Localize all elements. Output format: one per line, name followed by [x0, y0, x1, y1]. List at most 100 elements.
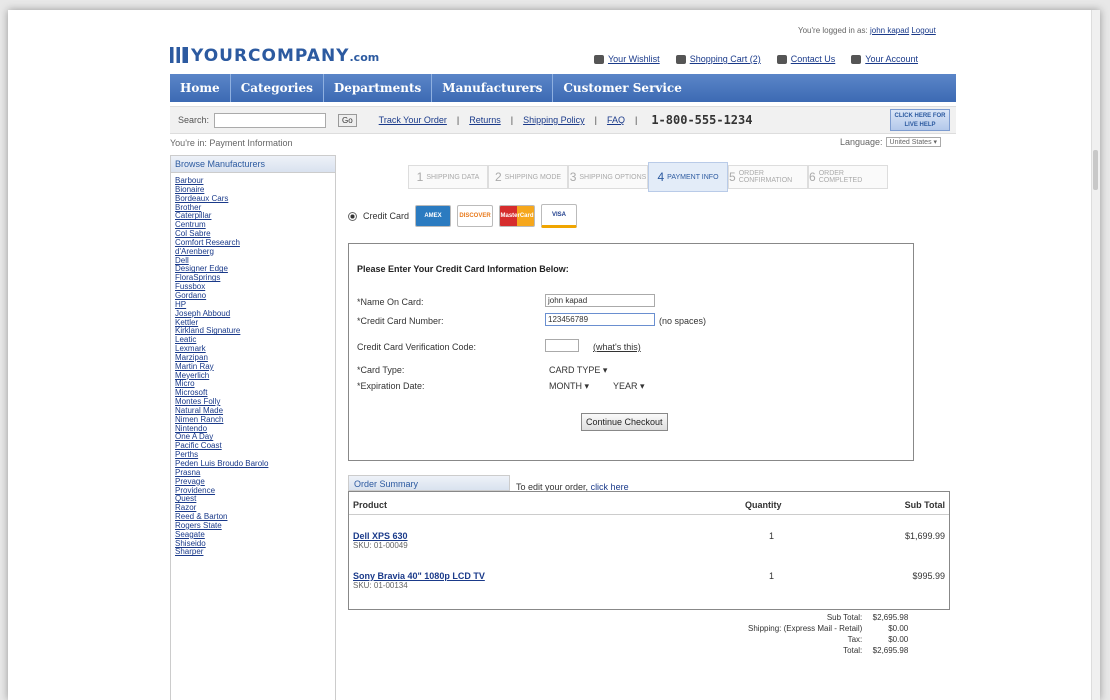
logout-link[interactable]: Logout [911, 26, 935, 35]
language-value: United States [889, 139, 932, 146]
cvc-label: Credit Card Verification Code: [357, 342, 477, 352]
account-icon [851, 54, 862, 64]
product-name-link[interactable]: Dell XPS 630 [353, 531, 408, 541]
search-label: Search: [178, 115, 210, 125]
step-order-confirmation: 5 ORDER CONFIRMATION [728, 165, 808, 189]
table-header: Product Quantity Sub Total [349, 492, 949, 515]
top-links: Your Wishlist Shopping Cart (2) Contact … [594, 54, 918, 64]
product-name-link[interactable]: Sony Bravia 40" 1080p LCD TV [353, 571, 485, 581]
card-number-input[interactable]: 123456789 [545, 313, 655, 326]
sidebar-manufacturer-link[interactable]: Joseph Abboud [175, 309, 335, 319]
live-help-button[interactable]: CLICK HERE FOR LIVE HELP [890, 109, 950, 131]
step-number: 2 [494, 170, 502, 184]
cart-link[interactable]: Shopping Cart (2) [690, 54, 761, 64]
sidebar-manufacturer-link[interactable]: d'Arenberg [175, 247, 335, 257]
shipping-value: $0.00 [888, 624, 909, 633]
nav-manufacturers[interactable]: Manufacturers [432, 74, 554, 102]
credit-card-label: Credit Card [363, 211, 410, 221]
nav-categories[interactable]: Categories [231, 74, 324, 102]
company-logo[interactable]: YOURCOMPANY.com [170, 46, 379, 66]
nav-departments[interactable]: Departments [324, 74, 433, 102]
cvc-help-link[interactable]: (what's this) [593, 342, 641, 352]
sidebar-manufacturer-link[interactable]: Gordano [175, 291, 335, 301]
order-summary-tab[interactable]: Order Summary [348, 475, 510, 491]
mastercard-icon: MasterCard [499, 205, 536, 227]
sidebar-manufacturer-link[interactable]: Kirkland Signature [175, 326, 335, 336]
contact-link[interactable]: Contact Us [791, 54, 836, 64]
col-subtotal: Sub Total [904, 500, 945, 510]
product-quantity: 1 [769, 571, 775, 581]
search-go-button[interactable]: Go [338, 113, 357, 127]
language-selector: Language: United States ▾ [840, 137, 942, 147]
search-input[interactable] [214, 112, 326, 128]
step-number: 3 [569, 170, 577, 184]
year-value: YEAR [613, 381, 638, 391]
search-bar: Search: Go Track Your Order | Returns | Sh… [170, 106, 956, 134]
payment-method-row: Credit Card AMEX DISCOVER MasterCard VIS… [348, 204, 578, 228]
login-status: You're logged in as: john kapad Logout [798, 26, 936, 35]
sidebar-manufacturer-link[interactable]: Quest [175, 495, 335, 504]
card-number-hint: (no spaces) [659, 316, 707, 326]
order-summary-table: Product Quantity Sub Total Dell XPS 630 … [348, 491, 950, 610]
step-number: 5 [729, 170, 736, 184]
month-value: MONTH [549, 381, 582, 391]
amex-card-icon: AMEX [415, 205, 452, 227]
cvc-input[interactable] [545, 339, 579, 352]
total-value: $2,695.98 [872, 646, 909, 655]
sidebar-manufacturer-link[interactable]: Providence [175, 486, 335, 496]
product-sku: SKU: 01-00049 [353, 541, 408, 550]
continue-checkout-button[interactable]: Continue Checkout [581, 413, 668, 431]
scrollbar-thumb[interactable] [1093, 150, 1098, 190]
step-shipping-mode: 2 SHIPPING MODE [488, 165, 568, 189]
sidebar-manufacturer-link[interactable]: Pacific Coast [175, 441, 335, 451]
account-link[interactable]: Your Account [865, 54, 918, 64]
checkout-steps: 1 SHIPPING DATA 2 SHIPPING MODE 3 SHIPPING … [408, 162, 888, 192]
product-sku: SKU: 01-00134 [353, 581, 408, 590]
track-order-link[interactable]: Track Your Order [379, 115, 447, 125]
step-label: ORDER CONFIRMATION [738, 170, 793, 184]
discover-card-icon: DISCOVER [457, 205, 494, 227]
user-link[interactable]: john kapad [870, 26, 909, 35]
page-scrollbar[interactable] [1091, 10, 1100, 700]
returns-link[interactable]: Returns [469, 115, 501, 125]
shipping-policy-link[interactable]: Shipping Policy [523, 115, 585, 125]
credit-card-form: Please Enter Your Credit Card Informatio… [348, 243, 914, 461]
sidebar-manufacturer-link[interactable]: Sharper [175, 548, 335, 557]
credit-card-radio[interactable] [348, 211, 357, 221]
step-shipping-options: 3 SHIPPING OPTIONS [568, 165, 648, 189]
manufacturer-sidebar: Browse Manufacturers Barbour Bionaire Bord… [170, 155, 336, 700]
browser-page: You're logged in as: john kapad Logout Y… [8, 10, 1100, 700]
month-select[interactable]: MONTH ▾ [549, 381, 589, 392]
order-totals: Sub Total: $2,695.98 Shipping: (Express M… [748, 612, 908, 656]
card-type-label: *Card Type: [357, 365, 405, 375]
subtotal-value: $2,695.98 [872, 613, 909, 622]
sidebar-title: Browse Manufacturers [171, 156, 335, 173]
total-label: Total: [843, 646, 863, 655]
step-payment-info: 4 PAYMENT INFO [648, 162, 728, 192]
card-type-select[interactable]: CARD TYPE ▾ [549, 365, 607, 376]
language-label: Language: [840, 137, 883, 147]
step-label: SHIPPING OPTIONS [579, 173, 647, 181]
expiration-label: *Expiration Date: [357, 381, 425, 391]
logo-text: YOURCOMPANY [191, 46, 350, 66]
product-quantity: 1 [769, 531, 775, 541]
step-number: 6 [809, 170, 816, 184]
manufacturer-list: Barbour Bionaire Bordeaux Cars Brother Cater… [171, 173, 335, 557]
product-subtotal: $995.99 [912, 571, 945, 581]
year-select[interactable]: YEAR ▾ [613, 381, 645, 392]
nav-home[interactable]: Home [170, 74, 231, 102]
login-text: You're logged in as: [798, 26, 868, 35]
nav-customer-service[interactable]: Customer Service [553, 74, 692, 102]
faq-link[interactable]: FAQ [607, 115, 625, 125]
name-on-card-label: *Name On Card: [357, 297, 424, 307]
col-quantity: Quantity [745, 500, 782, 510]
contact-icon [776, 54, 787, 64]
step-label: ORDER COMPLETED [818, 170, 863, 184]
name-on-card-input[interactable]: john kapad [545, 294, 655, 307]
language-select[interactable]: United States ▾ [885, 137, 942, 147]
wishlist-link[interactable]: Your Wishlist [608, 54, 660, 64]
shipping-label: Shipping: (Express Mail - Retail) [748, 624, 863, 633]
sidebar-manufacturer-link[interactable]: Meyerlich [175, 371, 335, 381]
card-type-value: CARD TYPE [549, 365, 601, 375]
main-nav: Home Categories Departments Manufacturer… [170, 74, 956, 102]
